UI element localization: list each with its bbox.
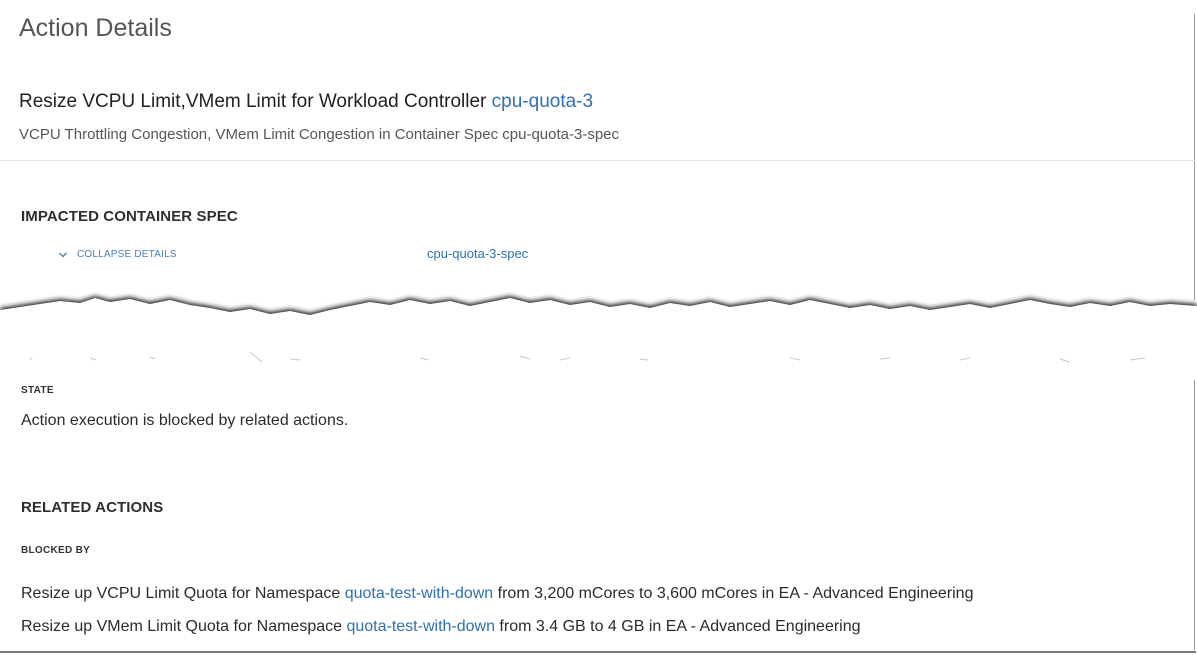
- torn-edge-graphic: [0, 296, 1197, 380]
- collapse-details-toggle[interactable]: COLLAPSE DETAILS: [58, 249, 177, 260]
- page-title: Action Details: [19, 14, 172, 42]
- related-action-item: Resize up VCPU Limit Quota for Namespace…: [21, 585, 973, 603]
- section-divider: [0, 160, 1195, 161]
- related-action-text: from 3.4 GB to 4 GB in EA - Advanced Eng…: [494, 618, 861, 635]
- chevron-down-icon: [59, 252, 67, 257]
- blocked-by-label: BLOCKED BY: [21, 545, 91, 556]
- panel-right-border: [1194, 350, 1195, 650]
- related-action-text: Resize up VMem Limit Quota for Namespace: [21, 618, 347, 635]
- namespace-link[interactable]: quota-test-with-down: [346, 618, 495, 635]
- related-actions-heading: RELATED ACTIONS: [21, 499, 164, 516]
- related-action-item: Resize up VMem Limit Quota for Namespace…: [21, 618, 861, 636]
- action-description: Resize VCPU Limit,VMem Limit for Workloa…: [19, 91, 593, 113]
- action-details-panel: Action Details Resize VCPU Limit,VMem Li…: [0, 0, 1197, 655]
- related-action-text: Resize up VCPU Limit Quota for Namespace: [21, 585, 345, 602]
- workload-controller-link[interactable]: cpu-quota-3: [492, 91, 593, 112]
- panel-right-border: [1194, 14, 1195, 300]
- collapse-details-label: COLLAPSE DETAILS: [77, 249, 177, 260]
- namespace-link[interactable]: quota-test-with-down: [345, 585, 494, 602]
- container-spec-link[interactable]: cpu-quota-3-spec: [427, 246, 528, 261]
- related-action-text: from 3,200 mCores to 3,600 mCores in EA …: [493, 585, 974, 602]
- action-reason: VCPU Throttling Congestion, VMem Limit C…: [19, 126, 620, 143]
- state-label: STATE: [21, 385, 54, 396]
- impacted-container-spec-heading: IMPACTED CONTAINER SPEC: [21, 208, 238, 225]
- action-description-text: Resize VCPU Limit,VMem Limit for Workloa…: [19, 91, 492, 112]
- state-text: Action execution is blocked by related a…: [21, 412, 349, 429]
- panel-bottom-border: [0, 651, 1196, 653]
